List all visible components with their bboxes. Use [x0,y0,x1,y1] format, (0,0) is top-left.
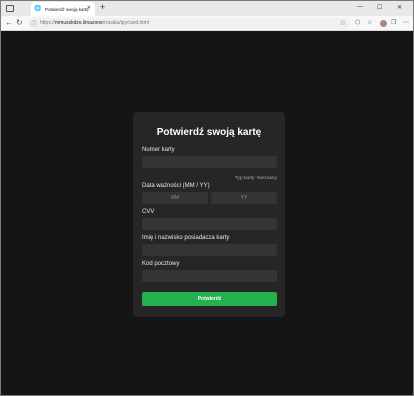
expiry-year-input[interactable] [211,192,277,204]
close-window-icon[interactable]: ✕ [397,4,402,11]
cardholder-name-input[interactable] [142,244,277,256]
expiry-label: Data ważności (MM / YY) [142,183,210,189]
cvv-input[interactable] [142,218,277,230]
zip-code-input[interactable] [142,270,277,282]
tab-bar: 🌐 Potwierdź swoją kartę ✕ + — ☐ ✕ [1,1,413,16]
close-tab-icon[interactable]: ✕ [87,5,91,11]
confirm-button[interactable]: Potwierdź [142,292,277,306]
site-info-icon[interactable]: ⓘ [31,19,37,28]
maximize-icon[interactable]: ☐ [377,4,382,11]
card-number-label: Numer karty [142,147,175,153]
card-verification-form: Potwierdź swoją kartę Numer karty Typ ka… [133,112,285,317]
browser-window: 🌐 Potwierdź swoją kartę ✕ + — ☐ ✕ ← ↻ ⓘ … [0,0,414,396]
card-number-input[interactable] [142,156,277,168]
tab-active[interactable]: 🌐 Potwierdź swoją kartę ✕ [31,2,95,16]
globe-icon: 🌐 [34,6,42,12]
minimize-icon[interactable]: — [357,4,363,10]
new-tab-icon[interactable]: + [100,3,105,12]
extensions-icon[interactable]: ⬡ [355,20,360,27]
url-prefix: https:// [40,20,56,26]
reload-icon[interactable]: ↻ [16,19,23,27]
collections-icon[interactable]: ❐ [391,20,396,27]
more-icon[interactable]: ⋯ [403,20,409,27]
cardholder-name-label: Imię i nazwisko posiadacza karty [142,235,230,241]
cvv-label: CVV [142,209,155,215]
tab-title: Potwierdź swoją kartę [45,6,89,12]
page-content: Potwierdź swoją kartę Numer karty Typ ka… [2,32,413,395]
address-bar[interactable]: ⓘ https://mmusskitzo.limazone/rozaka/ipy… [28,18,350,29]
favorites-icon[interactable]: ☆ [367,20,372,27]
expiry-month-input[interactable] [142,192,208,204]
browser-toolbar: ← ↻ ⓘ https://mmusskitzo.limazone/rozaka… [1,16,413,31]
profile-avatar[interactable] [380,20,387,27]
url-path: /rozaka/ipy/card.html [102,20,149,26]
back-icon[interactable]: ← [5,19,13,27]
zip-code-label: Kod pocztowy [142,261,180,267]
favorite-star-icon[interactable]: ☆ [340,19,346,27]
tab-actions-icon[interactable] [6,5,14,12]
form-title: Potwierdź swoją kartę [156,127,262,138]
card-type-text: Typ karty: Nieznany [234,176,277,181]
url-text: https://mmusskitzo.limazone/rozaka/ipy/c… [40,20,149,26]
url-host: mmusskitzo.limazone [55,20,103,26]
